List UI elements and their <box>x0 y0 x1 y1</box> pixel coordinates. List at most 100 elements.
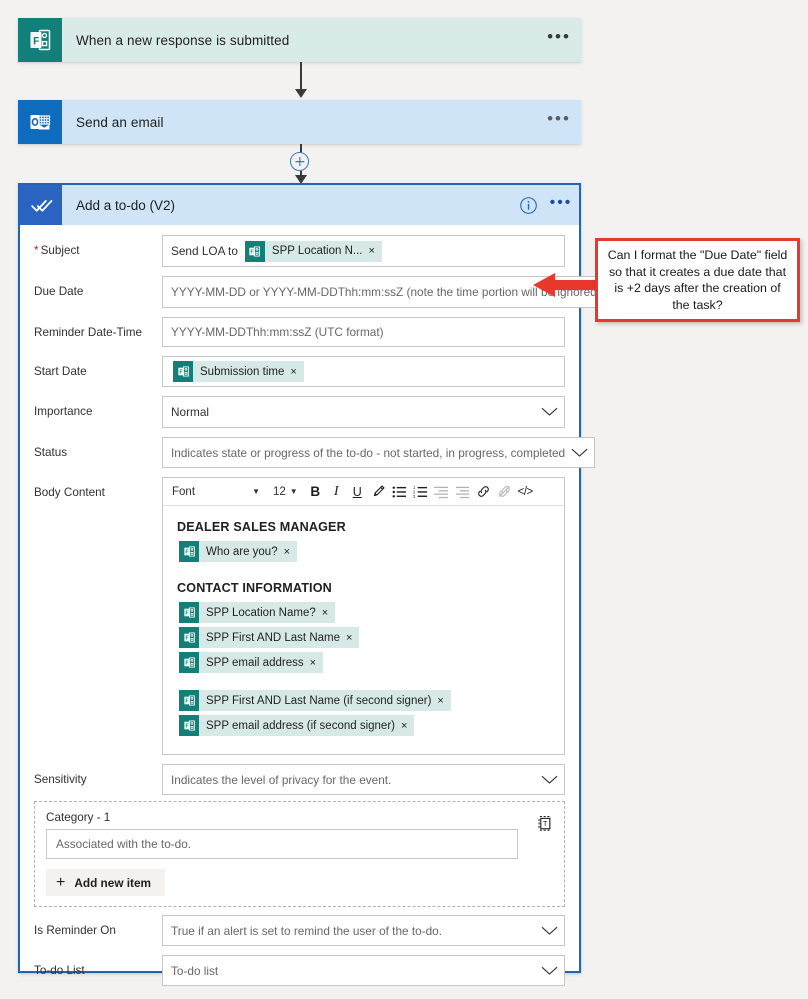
insert-new-step-button[interactable]: + <box>290 152 310 171</box>
token-line: F SPP Location Name? × <box>177 602 550 624</box>
field-label-subject: * Subject <box>34 244 80 257</box>
todo-list-dropdown[interactable]: To-do list <box>162 955 565 986</box>
chevron-down-icon <box>541 405 558 419</box>
token-label: SPP First AND Last Name <box>206 631 340 644</box>
dynamic-content-token[interactable]: F SPP First AND Last Name (if second sig… <box>179 690 451 711</box>
category-input[interactable]: Associated with the to-do. <box>46 829 518 859</box>
dynamic-content-token[interactable]: F SPP First AND Last Name × <box>179 627 360 648</box>
token-remove-icon[interactable]: × <box>401 720 414 732</box>
body-heading-dealer-sales-manager: DEALER SALES MANAGER <box>177 520 346 534</box>
flow-step-when-a-new-response-is-submitted[interactable]: F When a new response is submitted ••• <box>18 18 581 62</box>
sensitivity-dropdown[interactable]: Indicates the level of privacy for the e… <box>162 764 565 795</box>
forms-token-icon: F <box>179 652 199 673</box>
chevron-down-icon <box>541 964 558 978</box>
italic-button[interactable]: I <box>326 481 347 503</box>
forms-token-icon: F <box>173 361 193 382</box>
dynamic-content-token[interactable]: F SPP email address (if second signer) × <box>179 715 415 736</box>
numbered-list-icon[interactable]: 1 2 3 <box>410 481 431 503</box>
svg-text:3: 3 <box>413 493 416 498</box>
forms-token-icon: F <box>179 715 199 736</box>
field-row-is-reminder-on: Is Reminder On True if an alert is set t… <box>34 915 565 946</box>
field-row-body-content: Body Content Font ▼ 12 ▼ B I U 1 2 3 </>… <box>34 477 565 755</box>
field-row-sensitivity: Sensitivity Indicates the level of priva… <box>34 764 565 795</box>
unlink-icon[interactable] <box>494 481 515 503</box>
flow-step-menu-button[interactable]: ••• <box>537 18 581 62</box>
importance-dropdown[interactable]: Normal <box>162 396 565 428</box>
forms-token-icon: F <box>179 541 199 562</box>
rich-text-toolbar: Font ▼ 12 ▼ B I U 1 2 3 </> <box>163 478 564 506</box>
add-new-item-label: Add new item <box>74 875 152 890</box>
field-label-reminder-date-time: Reminder Date-Time <box>34 326 143 339</box>
todo-card-body: * Subject Send LOA to F SPP Location N..… <box>20 225 610 999</box>
token-label: Submission time <box>200 365 285 378</box>
font-size-dropdown[interactable]: 12 ▼ <box>268 481 302 503</box>
dynamic-content-token[interactable]: F SPP Location Name? × <box>179 602 336 623</box>
body-heading-contact-information: CONTACT INFORMATION <box>177 581 332 595</box>
category-repeater: Category - 1 Associated with the to-do. … <box>34 801 565 907</box>
token-remove-icon[interactable]: × <box>322 607 335 619</box>
flow-step-title: Send an email <box>76 114 164 130</box>
subject-input[interactable]: Send LOA to F SPP Location N... × <box>162 235 565 267</box>
info-icon[interactable] <box>513 185 543 225</box>
flow-step-add-a-to-do-v2[interactable]: Add a to-do (V2) ••• * Subject Send LOA t… <box>18 183 610 986</box>
reminder-date-time-input[interactable]: YYYY-MM-DDThh:mm:ssZ (UTC format) <box>162 317 565 347</box>
bold-button[interactable]: B <box>305 481 326 503</box>
field-label-due-date: Due Date <box>34 285 84 298</box>
token-remove-icon[interactable]: × <box>290 366 303 378</box>
field-label-body-content: Body Content <box>34 486 105 499</box>
field-row-reminder-date-time: Reminder Date-Time YYYY-MM-DDThh:mm:ssZ … <box>34 317 565 347</box>
body-content-editable-area[interactable]: DEALER SALES MANAGER F Who are you? × CO… <box>163 506 564 754</box>
body-content-rich-text-editor[interactable]: Font ▼ 12 ▼ B I U 1 2 3 </> DEALER SALES… <box>162 477 565 755</box>
is-reminder-on-dropdown[interactable]: True if an alert is set to remind the us… <box>162 915 565 946</box>
dynamic-content-token[interactable]: F SPP Location N... × <box>244 240 382 262</box>
svg-text:T: T <box>543 820 548 828</box>
token-remove-icon[interactable]: × <box>310 657 323 669</box>
token-remove-icon[interactable]: × <box>437 695 450 707</box>
token-remove-icon[interactable]: × <box>284 546 297 558</box>
dynamic-content-token[interactable]: F Submission time × <box>173 361 304 382</box>
forms-token-icon: F <box>244 240 265 262</box>
field-label-todo-list: To-do List <box>34 964 85 977</box>
add-new-item-button[interactable]: + Add new item <box>46 869 166 896</box>
flow-designer-canvas: F When a new response is submitted ••• S… <box>0 0 808 999</box>
forms-token-icon: F <box>179 690 199 711</box>
field-label-sensitivity: Sensitivity <box>34 773 87 786</box>
token-line: F SPP email address (if second signer) × <box>177 715 550 737</box>
start-date-input[interactable]: F Submission time × <box>162 356 565 387</box>
code-view-icon[interactable]: </> <box>515 481 536 503</box>
todo-card-menu-button[interactable]: ••• <box>543 185 579 225</box>
forms-token-icon: F <box>179 627 199 648</box>
field-row-due-date: Due Date YYYY-MM-DD or YYYY-MM-DDThh:mm:… <box>34 276 610 308</box>
outdent-icon[interactable] <box>431 481 452 503</box>
field-label-importance: Importance <box>34 405 93 418</box>
chevron-down-icon: ▼ <box>252 487 260 496</box>
dynamic-content-token[interactable]: F SPP email address × <box>179 652 324 673</box>
flow-step-send-an-email[interactable]: Send an email ••• <box>18 100 581 144</box>
font-family-value: Font <box>172 485 196 498</box>
token-remove-icon[interactable]: × <box>368 245 381 257</box>
delete-item-icon[interactable]: T <box>537 814 554 837</box>
flow-step-title: When a new response is submitted <box>76 32 290 48</box>
annotation-callout: Can I format the "Due Date" field so tha… <box>595 238 800 322</box>
chevron-down-icon <box>541 773 558 787</box>
status-dropdown[interactable]: Indicates state or progress of the to-do… <box>162 437 596 468</box>
flow-step-menu-button[interactable]: ••• <box>537 100 581 144</box>
annotation-text: Can I format the "Due Date" field so tha… <box>607 248 788 312</box>
dynamic-content-token[interactable]: F Who are you? × <box>179 541 298 562</box>
token-label: SPP First AND Last Name (if second signe… <box>206 694 432 707</box>
field-row-start-date: Start Date F Submission time × <box>34 356 565 387</box>
subject-text: Send LOA to <box>171 244 238 258</box>
font-family-dropdown[interactable]: Font ▼ <box>165 481 265 503</box>
token-label: SPP email address (if second signer) <box>206 719 395 732</box>
indent-icon[interactable] <box>452 481 473 503</box>
field-row-subject: * Subject Send LOA to F SPP Location N..… <box>34 235 565 267</box>
link-icon[interactable] <box>473 481 494 503</box>
token-remove-icon[interactable]: × <box>346 632 359 644</box>
field-row-status: Status Indicates state or progress of th… <box>34 437 596 468</box>
field-row-importance: Importance Normal <box>34 396 565 428</box>
underline-button[interactable]: U <box>347 481 368 503</box>
bulleted-list-icon[interactable] <box>389 481 410 503</box>
token-line: F SPP First AND Last Name × <box>177 627 550 649</box>
todo-card-header: Add a to-do (V2) ••• <box>20 185 579 225</box>
highlighter-icon[interactable] <box>368 481 389 503</box>
